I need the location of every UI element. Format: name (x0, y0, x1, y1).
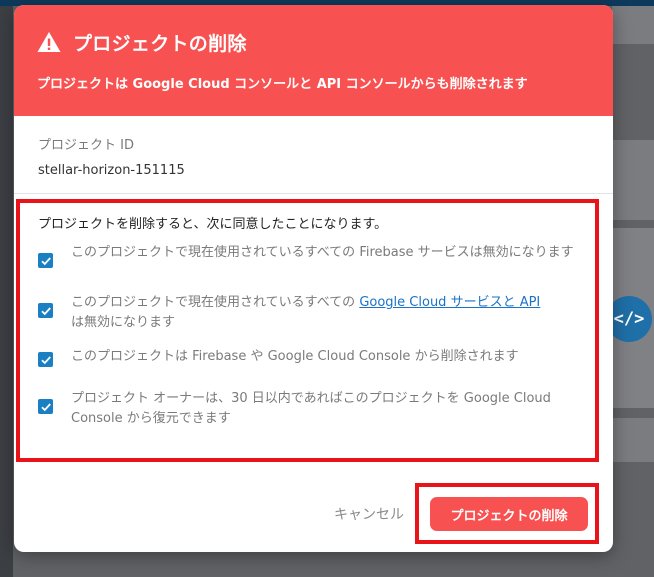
project-id-value: stellar-horizon-151115 (38, 163, 185, 178)
background-sidebar (0, 6, 13, 577)
consent-text-part: このプロジェクトで現在使用されているすべての (71, 295, 360, 310)
checkmark-icon (40, 306, 51, 315)
background-card (612, 418, 654, 462)
consent-text: このプロジェクトで現在使用されているすべての Firebase サービスは無効に… (71, 245, 574, 260)
consent-intro: プロジェクトを削除すると、次に同意したことになります。 (38, 217, 388, 232)
consent-checkbox[interactable] (38, 399, 53, 414)
dialog-title: プロジェクトの削除 (73, 32, 247, 55)
checkmark-icon (40, 402, 51, 411)
dialog-subtitle: プロジェクトは Google Cloud コンソールと API コンソールからも… (37, 77, 528, 92)
consent-section: プロジェクトを削除すると、次に同意したことになります。 このプロジェクトで現在使… (16, 199, 599, 462)
project-id-label: プロジェクト ID (38, 138, 134, 153)
consent-text: プロジェクト オーナーは、30 日以内であればこのプロジェクトを Google … (71, 391, 551, 426)
cancel-button[interactable]: キャンセル (326, 497, 412, 531)
consent-checkbox[interactable] (38, 352, 53, 367)
delete-project-dialog: プロジェクトの削除 プロジェクトは Google Cloud コンソールと AP… (14, 5, 613, 552)
consent-text: このプロジェクトは Firebase や Google Cloud Consol… (71, 349, 519, 364)
consent-checkbox[interactable] (38, 253, 53, 268)
background-card (612, 6, 654, 44)
delete-button-highlight: プロジェクトの削除 (415, 483, 599, 544)
consent-text: このプロジェクトで現在使用されているすべての Google Cloud サービス… (71, 293, 540, 333)
google-cloud-services-link[interactable]: Google Cloud サービスと API (359, 295, 540, 310)
background-card (612, 140, 654, 220)
consent-item: プロジェクト オーナーは、30 日以内であればこのプロジェクトを Google … (38, 384, 577, 434)
consent-item: このプロジェクトで現在使用されているすべての Google Cloud サービス… (38, 290, 577, 344)
consent-item: このプロジェクトで現在使用されているすべての Firebase サービスは無効に… (38, 240, 577, 290)
consent-text-part: は無効になります (71, 315, 176, 330)
consent-item: このプロジェクトは Firebase や Google Cloud Consol… (38, 344, 577, 384)
delete-project-button[interactable]: プロジェクトの削除 (430, 497, 588, 531)
dialog-footer: キャンセル プロジェクトの削除 (14, 475, 613, 552)
warning-icon (37, 32, 61, 52)
checkmark-icon (40, 256, 51, 265)
checkmark-icon (40, 355, 51, 364)
dialog-header: プロジェクトの削除 プロジェクトは Google Cloud コンソールと AP… (14, 5, 613, 116)
consent-checkbox[interactable] (38, 303, 53, 318)
project-id-section: プロジェクト ID stellar-horizon-151115 (14, 116, 613, 194)
